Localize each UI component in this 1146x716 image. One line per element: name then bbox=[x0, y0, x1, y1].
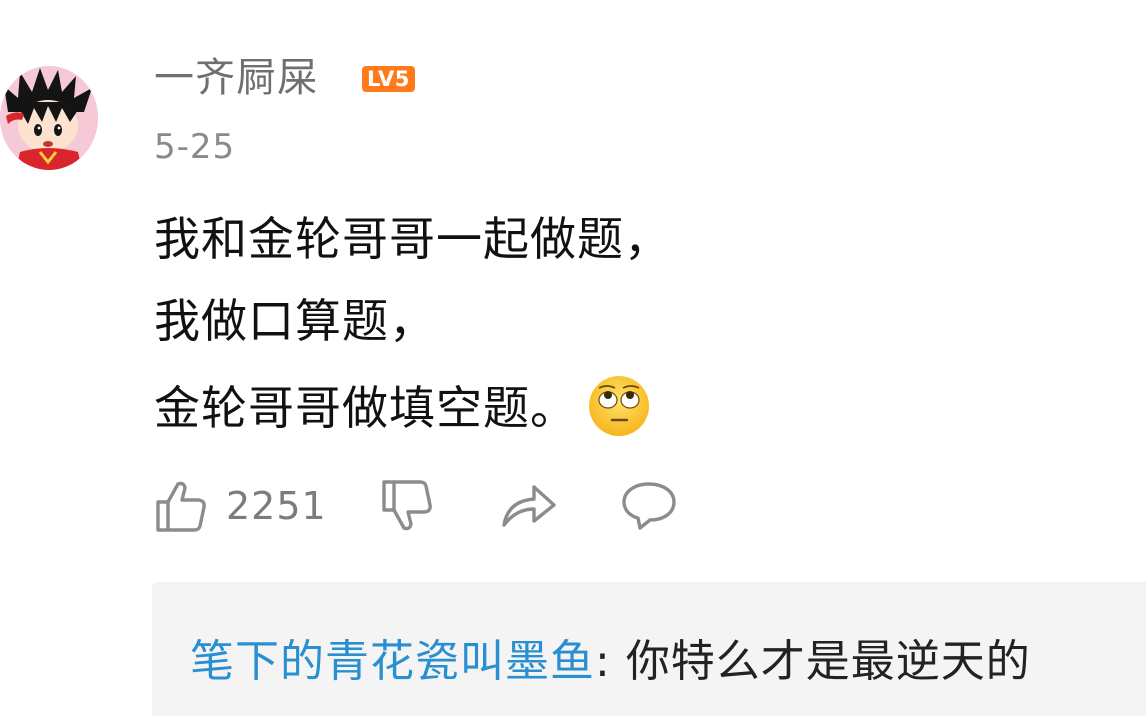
comment-button[interactable] bbox=[620, 476, 678, 536]
comment-body-text: 金轮哥哥做填空题。 bbox=[154, 381, 577, 435]
dislike-button[interactable] bbox=[380, 476, 434, 536]
comment-bubble-icon bbox=[620, 480, 678, 532]
share-button[interactable] bbox=[500, 476, 558, 536]
comment-date: 5-25 bbox=[154, 127, 236, 167]
eye-roll-emoji-icon bbox=[587, 374, 651, 438]
thumbs-up-icon bbox=[154, 478, 208, 534]
avatar[interactable] bbox=[0, 66, 98, 170]
comment-action-bar: 2251 bbox=[154, 476, 714, 536]
username[interactable]: 一齐屙屎 bbox=[154, 52, 318, 104]
share-arrow-icon bbox=[500, 481, 558, 531]
reply-separator: : bbox=[595, 636, 626, 687]
reply-author[interactable]: 笔下的青花瓷叫墨鱼 bbox=[190, 636, 595, 687]
level-badge: LV5 bbox=[362, 66, 415, 92]
reply-item: 笔下的青花瓷叫墨鱼: 你特么才是最逆天的 bbox=[190, 634, 1031, 690]
reply-text: 你特么才是最逆天的 bbox=[625, 636, 1031, 687]
comment-body-line-last: 金轮哥哥做填空题。 bbox=[154, 374, 651, 438]
comment-body-line: 我做口算题， bbox=[154, 294, 436, 348]
like-count: 2251 bbox=[226, 484, 327, 528]
comment-screen: 一齐屙屎 LV5 5-25 我和金轮哥哥一起做题， 我做口算题， 金轮哥哥做填空… bbox=[0, 0, 1146, 716]
like-button[interactable] bbox=[154, 476, 208, 536]
thumbs-down-icon bbox=[380, 478, 434, 534]
comment-body-line: 我和金轮哥哥一起做题， bbox=[154, 212, 671, 266]
avatar-image bbox=[0, 66, 98, 170]
reply-box[interactable]: 笔下的青花瓷叫墨鱼: 你特么才是最逆天的 bbox=[152, 582, 1146, 716]
